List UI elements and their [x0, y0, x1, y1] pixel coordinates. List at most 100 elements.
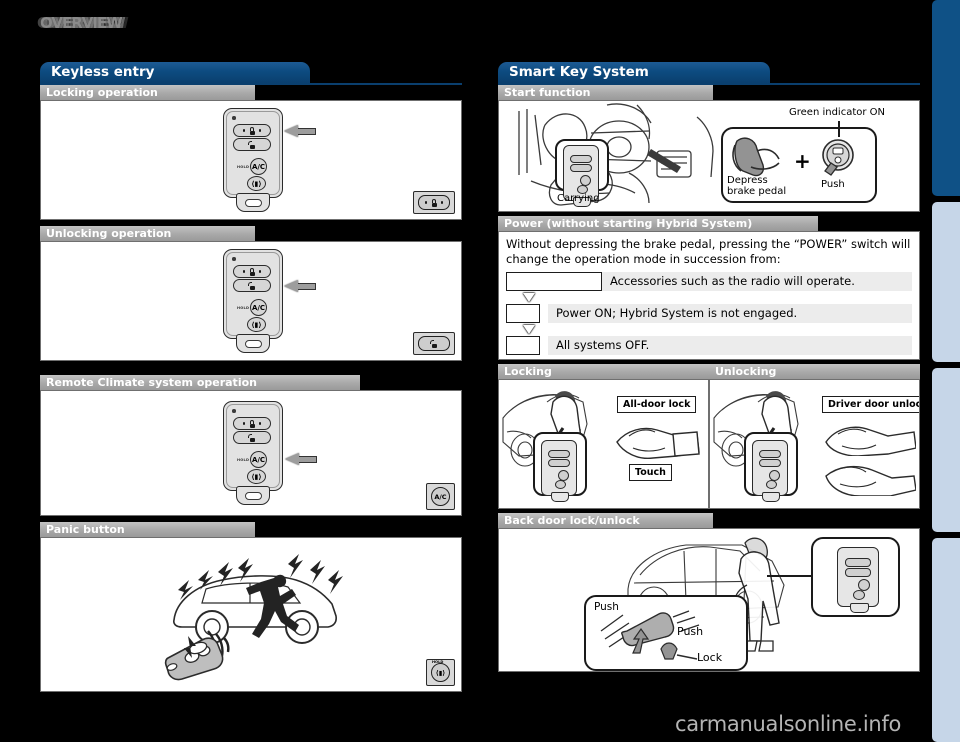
fob-lock-button [845, 557, 871, 567]
hand-grip-handle-icon-top [825, 426, 916, 456]
figure-back-door: Push Push Lock [498, 527, 920, 672]
hand-grip-handle-icon-bottom [825, 465, 916, 496]
fob-ac-button [769, 469, 780, 481]
arrow-head-icon [285, 453, 299, 465]
figure-unlocking-operation: HOLD A/C ⟨▮⟩ [40, 241, 462, 361]
label-carrying: Carrying [557, 193, 600, 204]
arrow-shaft [298, 127, 316, 135]
fob-tail [236, 334, 270, 353]
hand-touch-handle-icon [616, 427, 700, 459]
subheader-panic-button: Panic button [40, 522, 255, 537]
fob-tail [850, 602, 869, 613]
fob-unlock-button [570, 164, 592, 172]
lock-icon [248, 267, 256, 276]
mode-desc: Power ON; Hybrid System is not engaged. [548, 303, 912, 323]
fob-tail [551, 491, 569, 502]
subheader-label: Unlocking [715, 364, 777, 378]
lock-dot-left-icon [242, 129, 245, 132]
smart-key-small [541, 439, 577, 502]
panic-alarm-illustration [146, 542, 356, 688]
callout-all-door-lock: All-door lock [617, 395, 697, 413]
fob-hold-label: HOLD [237, 165, 250, 169]
fob-unlock-button [233, 138, 271, 151]
key-fob-illustration: HOLD A/C ⟨▮⟩ [223, 401, 283, 505]
arrow-head-icon [284, 125, 298, 137]
unlock-icon [248, 433, 256, 442]
callout-push-2: Push [677, 624, 704, 638]
arrow-shaft [298, 282, 316, 290]
subheader-unlocking: Unlocking [709, 363, 920, 379]
fob-led-icon [232, 409, 236, 413]
badge-panic-button: HOLD ⟨▮⟩ [426, 659, 455, 686]
badge-ac-label: A/C [434, 492, 447, 501]
cockpit-illustration [518, 103, 714, 206]
subheader-start-function: Start function [498, 85, 713, 100]
figure-locking: All-door lock Touch [498, 378, 709, 509]
smart-key-small [752, 439, 788, 502]
power-switch-icon [822, 139, 854, 176]
left-column: Keyless entry Locking operation HOLD A/C… [40, 62, 462, 692]
indicator-leader-line [838, 121, 840, 137]
mode-row: Power ON; Hybrid System is not engaged. [506, 303, 912, 323]
plus-sign-icon: + [794, 149, 811, 173]
fob-panic-button [853, 589, 865, 600]
fob-tail [236, 486, 270, 505]
figure-unlocking: Driver door unlock* [709, 378, 920, 509]
fob-tail [762, 491, 780, 502]
fob-led-icon [232, 257, 236, 261]
lock-icon [248, 419, 256, 428]
fob-lock-button [233, 124, 271, 137]
subheader-remote-climate: Remote Climate system operation [40, 375, 360, 390]
figure-locking-operation: HOLD A/C ⟨▮⟩ [40, 100, 462, 220]
key-fob-illustration: HOLD A/C ⟨▮⟩ [223, 249, 283, 353]
figure-remote-climate: HOLD A/C ⟨▮⟩ A/C [40, 390, 462, 516]
fob-tail [236, 193, 270, 212]
label-depress-brake-pedal: Depress brake pedal [727, 175, 786, 197]
mode-desc: Accessories such as the radio will opera… [602, 271, 912, 291]
subheader-back-door: Back door lock/unlock [498, 512, 713, 528]
pointer-arrow-ac [285, 453, 317, 465]
lock-icon [248, 126, 256, 135]
badge-lock-dot-left-icon [424, 201, 427, 204]
right-column: Smart Key System Start function Carrying… [498, 62, 920, 672]
fob-ac-button: A/C [250, 451, 267, 468]
mode-row: Accessories such as the radio will opera… [506, 271, 912, 291]
side-tab-3[interactable] [932, 368, 960, 532]
badge-unlock-pill [418, 336, 450, 351]
figure-start-function: Carrying Depress brake pedal + Push Gree… [498, 100, 920, 212]
section-header-keyless-entry: Keyless entry [40, 62, 310, 83]
subheader-label: Locking [504, 364, 552, 378]
badge-lock-icon [430, 198, 438, 207]
side-tab-2[interactable] [932, 202, 960, 362]
badge-lock-pill [418, 195, 450, 210]
badge-ac-circle: A/C [431, 487, 450, 506]
fob-panic-button [766, 479, 777, 489]
fob-ac-button: A/C [250, 299, 267, 316]
lock-unlock-split: Locking All-door lock Touch Unlocking Dr… [498, 363, 920, 509]
side-tab-1[interactable] [932, 0, 960, 196]
power-text-block: Without depressing the brake pedal, pres… [498, 231, 920, 360]
fob-lock-button [570, 155, 592, 163]
fob-lock-button [233, 417, 271, 430]
lock-dot-right-icon [259, 270, 262, 273]
power-mode-table: Accessories such as the radio will opera… [506, 271, 912, 355]
lock-dot-left-icon [242, 270, 245, 273]
unlock-icon [248, 140, 256, 149]
label-green-indicator-on: Green indicator ON [789, 107, 886, 118]
fob-lock-button [548, 449, 570, 458]
subheader-label: Back door lock/unlock [504, 513, 640, 527]
mode-flow-arrow-2 [512, 323, 546, 336]
subheader-locking-operation: Locking operation [40, 85, 255, 100]
fob-hold-label: HOLD [237, 306, 250, 310]
mode-key-accessory [506, 271, 602, 291]
mode-key-power-on [506, 303, 540, 323]
subheader-label: Unlocking operation [46, 227, 172, 240]
badge-unlock-button [413, 332, 455, 355]
badge-lock-button [413, 191, 455, 214]
arrow-head-icon [284, 280, 298, 292]
subheader-label: Start function [504, 86, 591, 99]
callout-driver-door-unlock: Driver door unlock* [822, 395, 919, 413]
subheader-label: Power (without starting Hybrid System) [504, 217, 753, 230]
subheader-unlocking-operation: Unlocking operation [40, 226, 255, 241]
side-tab-4[interactable] [932, 538, 960, 742]
